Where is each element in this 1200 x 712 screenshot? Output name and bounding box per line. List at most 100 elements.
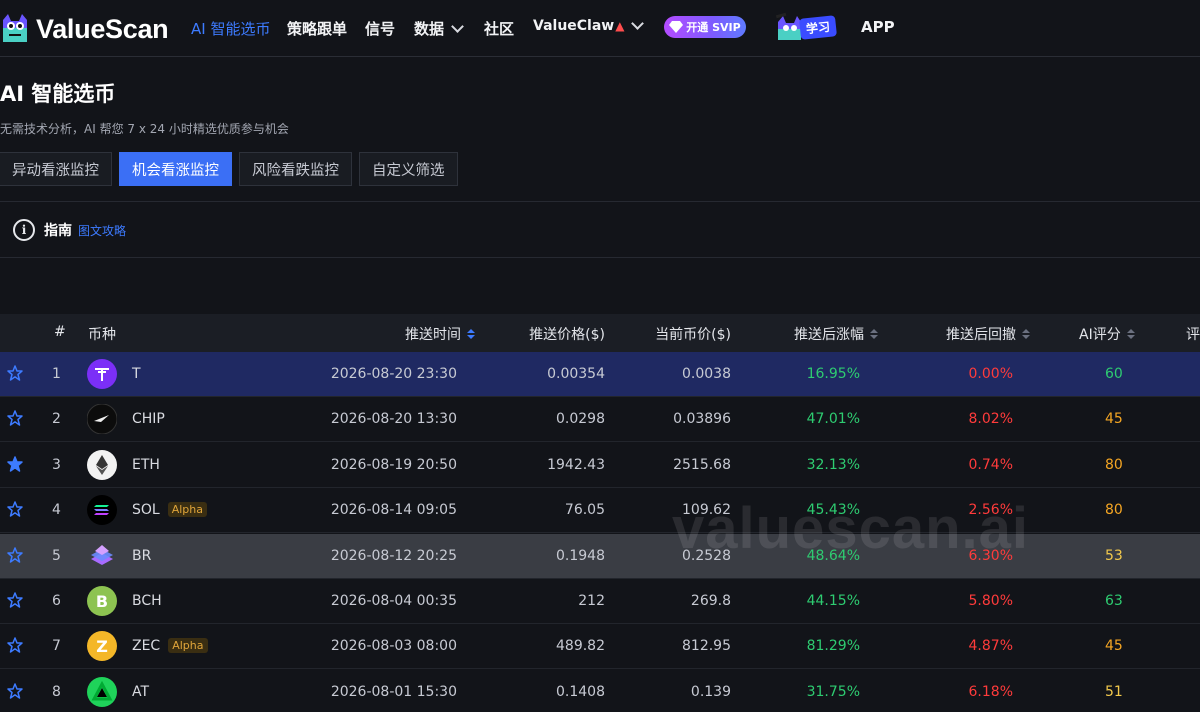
ai-score: 60 bbox=[1105, 366, 1123, 382]
diamond-icon bbox=[669, 21, 684, 33]
col-gain[interactable]: 推送后涨幅 bbox=[794, 324, 878, 344]
ai-score: 51 bbox=[1105, 683, 1123, 700]
coin-symbol[interactable]: T bbox=[132, 366, 141, 382]
table-row[interactable]: 6 B BCH 2026-08-04 00:35 212 269.8 44.15% 5.80%… bbox=[0, 579, 1200, 624]
svg-text:Z: Z bbox=[96, 637, 108, 656]
col-extra: 评 bbox=[1186, 327, 1200, 343]
current-price: 812.95 bbox=[682, 638, 731, 655]
push-time: 2026-08-04 00:35 bbox=[330, 593, 457, 609]
symbol-text: ETH bbox=[132, 456, 160, 473]
favorite-star-icon[interactable] bbox=[7, 501, 23, 517]
tab-custom-filter[interactable]: 自定义筛选 bbox=[359, 152, 458, 186]
sort-icon bbox=[467, 329, 475, 339]
favorite-star-icon[interactable] bbox=[7, 546, 23, 563]
nav-valueclaw[interactable]: ValueClaw ▲ bbox=[533, 17, 645, 34]
drawdown-value: 0.00% bbox=[968, 366, 1013, 382]
push-price: 0.1408 bbox=[556, 683, 605, 700]
coin-symbol[interactable]: CHIP bbox=[132, 411, 165, 427]
learn-label: 学习 bbox=[799, 14, 838, 40]
gain-value: 47.01% bbox=[806, 411, 860, 428]
tab-risk-bearish[interactable]: 风险看跌监控 bbox=[239, 152, 352, 186]
guide-link[interactable]: 图文攻略 bbox=[78, 222, 126, 239]
nav-app[interactable]: APP bbox=[861, 18, 895, 36]
nav-signals[interactable]: 信号 bbox=[365, 18, 395, 39]
coin-symbol[interactable]: SOL Alpha bbox=[132, 502, 207, 518]
nav-community[interactable]: 社区 bbox=[484, 18, 514, 39]
svip-label: 开通 SVIP bbox=[686, 21, 741, 34]
coin-symbol[interactable]: BCH bbox=[132, 593, 162, 609]
t-token-icon bbox=[87, 359, 117, 389]
alpha-badge: Alpha bbox=[168, 638, 208, 654]
nav-label: APP bbox=[861, 18, 895, 36]
row-number: 1 bbox=[52, 366, 61, 382]
sort-icon bbox=[1126, 329, 1135, 339]
favorite-star-icon[interactable] bbox=[7, 410, 23, 427]
ai-score: 45 bbox=[1105, 411, 1123, 428]
favorite-star-icon[interactable] bbox=[7, 683, 23, 699]
nav-data[interactable]: 数据 bbox=[414, 18, 464, 39]
favorite-star-icon[interactable] bbox=[7, 637, 23, 654]
monster-logo-icon bbox=[3, 14, 27, 42]
table-row[interactable]: 3 ETH 2026-08-19 20:50 1942.43 2515.68 32.13%… bbox=[0, 443, 1200, 488]
svip-button[interactable]: 开通 SVIP bbox=[664, 16, 746, 38]
sort-icon bbox=[1022, 329, 1030, 339]
learn-button[interactable]: 学习 bbox=[774, 12, 838, 42]
guide-bar: i 指南 图文攻略 bbox=[13, 219, 126, 241]
page-subtitle: 无需技术分析，AI 帮您 7 x 24 小时精选优质参与机会 bbox=[0, 122, 289, 136]
push-time: 2026-08-14 09:05 bbox=[330, 502, 457, 519]
tab-anomaly-bullish[interactable]: 异动看涨监控 bbox=[0, 152, 112, 186]
gain-value: 32.13% bbox=[806, 456, 860, 473]
coin-symbol[interactable]: ETH bbox=[132, 457, 160, 473]
gain-value: 81.29% bbox=[806, 638, 860, 655]
push-price: 76.05 bbox=[564, 502, 605, 519]
coin-symbol[interactable]: AT bbox=[132, 684, 149, 700]
tab-opportunity-bullish[interactable]: 机会看涨监控 bbox=[119, 152, 232, 186]
coin-symbol[interactable]: ZEC Alpha bbox=[132, 638, 208, 654]
ai-score: 53 bbox=[1105, 547, 1123, 564]
col-drawdown[interactable]: 推送后回撤 bbox=[946, 324, 1030, 344]
eth-icon bbox=[87, 449, 117, 480]
row-number: 6 bbox=[52, 593, 61, 609]
nav-label: 策略跟单 bbox=[287, 20, 348, 38]
zec-icon: Z bbox=[87, 631, 117, 662]
col-coin: 币种 bbox=[88, 327, 116, 343]
push-price: 1942.43 bbox=[547, 456, 605, 473]
brand-logo[interactable]: ValueScan bbox=[0, 12, 169, 46]
current-price: 0.03896 bbox=[673, 411, 731, 428]
push-time: 2026-08-20 13:30 bbox=[330, 411, 457, 428]
col-push-time[interactable]: 推送时间 bbox=[405, 324, 475, 344]
push-time: 2026-08-01 15:30 bbox=[330, 683, 457, 700]
symbol-text: CHIP bbox=[132, 411, 165, 428]
ai-score: 63 bbox=[1105, 593, 1123, 609]
push-price: 489.82 bbox=[556, 638, 605, 655]
push-time: 2026-08-19 20:50 bbox=[330, 456, 457, 473]
table-row[interactable]: 2 CHIP 2026-08-20 13:30 0.0298 0.03896 47.01%… bbox=[0, 397, 1200, 443]
col-label: 推送后涨幅 bbox=[794, 327, 864, 343]
col-label: AI评分 bbox=[1079, 327, 1121, 343]
favorite-star-icon[interactable] bbox=[7, 365, 23, 381]
row-number: 4 bbox=[52, 502, 61, 519]
symbol-text: BR bbox=[132, 547, 152, 564]
push-time: 2026-08-03 08:00 bbox=[330, 638, 457, 655]
table-row[interactable]: 7 Z ZEC Alpha 2026-08-03 08:00 489.82 812.95 81… bbox=[0, 624, 1200, 670]
sort-icon bbox=[870, 329, 878, 339]
favorite-star-icon[interactable] bbox=[7, 592, 23, 608]
favorite-star-icon[interactable] bbox=[7, 456, 23, 472]
coin-symbol[interactable]: BR bbox=[132, 548, 151, 564]
push-time: 2026-08-12 20:25 bbox=[330, 547, 457, 564]
col-label: 推送后回撤 bbox=[946, 327, 1016, 343]
nav-label: 数据 bbox=[414, 20, 445, 38]
ai-score: 45 bbox=[1105, 638, 1123, 655]
current-price: 2515.68 bbox=[673, 456, 731, 473]
table-row[interactable]: 8 AT 2026-08-01 15:30 0.1408 0.139 31.75% 6.18… bbox=[0, 670, 1200, 712]
symbol-text: BCH bbox=[132, 593, 162, 609]
fire-icon: ▲ bbox=[615, 19, 625, 33]
nav-ai-picker[interactable]: AI 智能选币 bbox=[191, 18, 270, 39]
nav-label: ValueClaw bbox=[533, 18, 615, 34]
drawdown-value: 6.18% bbox=[968, 683, 1013, 700]
nav-strategy[interactable]: 策略跟单 bbox=[287, 18, 347, 39]
alpha-badge: Alpha bbox=[167, 502, 207, 518]
col-ai-score[interactable]: AI评分 bbox=[1079, 324, 1135, 344]
table-row[interactable]: 1 T 2026-08-20 23:30 0.00354 0.0038 16.95% 0.0… bbox=[0, 352, 1200, 397]
nav-label: 信号 bbox=[365, 20, 396, 38]
